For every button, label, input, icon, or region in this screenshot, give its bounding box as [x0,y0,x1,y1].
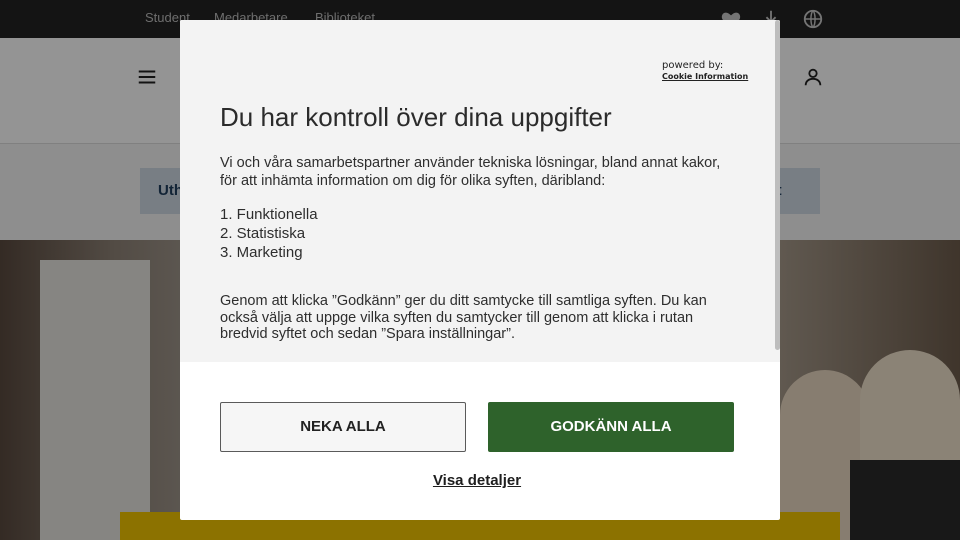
purpose-item: 1. Funktionella [220,206,318,223]
purpose-item: 2. Statistiska [220,225,306,242]
consent-scroll-area[interactable]: powered by: Cookie Information Du har ko… [180,20,780,362]
cookie-consent-dialog: powered by: Cookie Information Du har ko… [180,20,780,520]
purpose-list: 1. Funktionella 2. Statistiska 3. Market… [220,205,318,262]
consent-intro: Vi och våra samarbetspartner använder te… [220,155,721,189]
consent-explanation: Genom att klicka ”Godkänn” ger du ditt s… [220,293,707,342]
deny-all-button[interactable]: NEKA ALLA [220,402,466,452]
consent-title: Du har kontroll över dina uppgifter [220,102,612,132]
scrollbar-thumb[interactable] [775,20,780,350]
purpose-item: 3. Marketing [220,244,303,261]
show-details-link[interactable]: Visa detaljer [180,472,774,489]
accept-all-button[interactable]: GODKÄNN ALLA [488,402,734,452]
powered-by-label: powered by: Cookie Information [662,60,748,82]
cookie-information-link[interactable]: Cookie Information [662,71,748,82]
powered-by-text: powered by: [662,60,724,71]
